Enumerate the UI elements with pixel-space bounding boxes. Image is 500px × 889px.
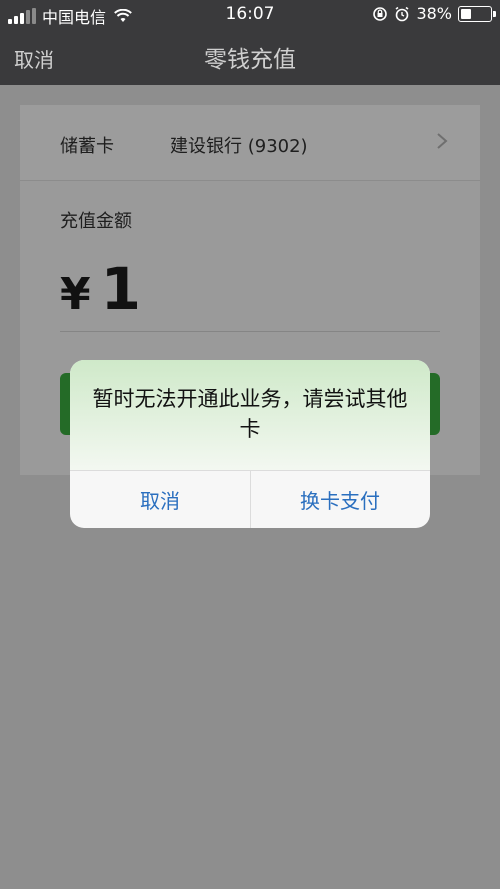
amount-underline — [60, 331, 440, 332]
card-select-row[interactable]: 储蓄卡 建设银行 (9302) — [20, 105, 480, 181]
page-title: 零钱充值 — [204, 47, 296, 73]
chevron-right-icon — [437, 133, 448, 149]
card-type-label: 储蓄卡 — [60, 136, 114, 157]
currency-symbol: ¥ — [60, 269, 91, 320]
alert-cancel-button[interactable]: 取消 — [70, 470, 250, 528]
alert-dialog: 暂时无法开通此业务，请尝试其他卡 取消 换卡支付 — [70, 360, 430, 528]
battery-icon — [458, 5, 496, 22]
battery-level — [461, 8, 472, 19]
top-bar: 中国电信 16:07 38% 取消 零钱充值 — [0, 0, 500, 85]
amount-value: 1 — [100, 255, 141, 323]
switch-card-button[interactable]: 换卡支付 — [250, 470, 430, 528]
alarm-icon — [395, 6, 409, 21]
rotation-lock-icon — [373, 6, 388, 21]
status-right: 38% — [372, 4, 496, 23]
bank-card-value: 建设银行 (9302) — [170, 136, 308, 157]
status-bar: 中国电信 16:07 38% — [0, 0, 500, 28]
amount-label: 充值金额 — [60, 211, 132, 232]
battery-percent: 38% — [416, 4, 452, 23]
alert-message: 暂时无法开通此业务，请尝试其他卡 — [92, 387, 408, 441]
amount-input[interactable]: ¥ 1 — [60, 255, 141, 323]
alert-message-area: 暂时无法开通此业务，请尝试其他卡 — [70, 360, 430, 470]
